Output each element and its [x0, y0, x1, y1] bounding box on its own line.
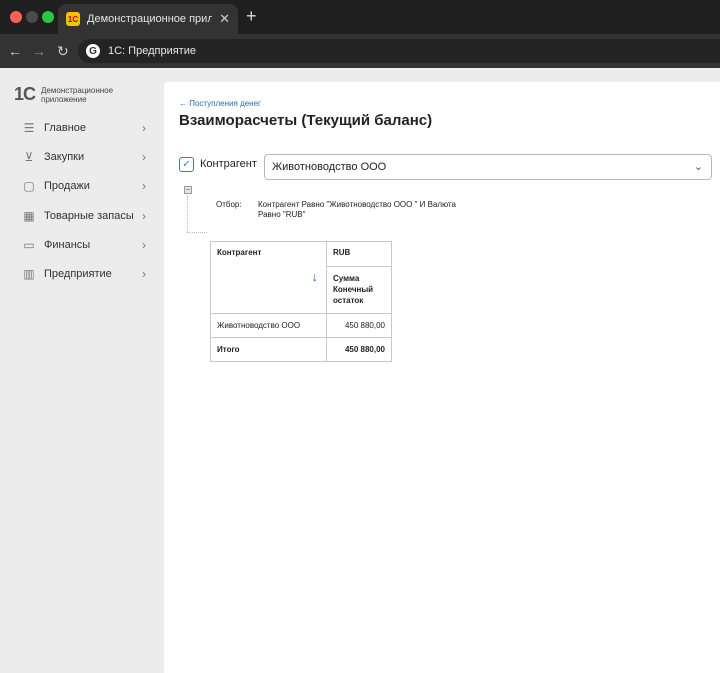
address-text: 1С: Предприятие: [108, 45, 196, 57]
sidebar-item-enterprise[interactable]: ▥ Предприятие ›: [0, 259, 163, 288]
tree-line: [187, 196, 188, 232]
sidebar-item-sales[interactable]: ▢ Продажи ›: [0, 172, 163, 201]
minimize-window-button[interactable]: [26, 11, 38, 23]
filter-checkbox[interactable]: ✓: [179, 157, 194, 172]
sidebar-menu: ☰ Главное › ⊻ Закупки › ▢ Продажи › ▦ То…: [0, 113, 163, 289]
sidebar: 1С Демонстрационное приложение ☰ Главное…: [0, 68, 163, 673]
tree-line-bottom: [187, 232, 207, 233]
sort-down-icon[interactable]: ↓: [312, 269, 319, 284]
chevron-right-icon: ›: [142, 267, 146, 282]
new-tab-icon[interactable]: +: [246, 6, 257, 26]
sidebar-item-label: Предприятие: [44, 268, 112, 281]
chevron-right-icon: ›: [142, 208, 146, 223]
google-icon: G: [86, 44, 100, 58]
browser-tab-bar: 1С Демонстрационное прилож ✕ +: [0, 0, 720, 34]
boxes-icon: ▦: [23, 208, 35, 223]
sidebar-item-label: Главное: [44, 121, 87, 134]
main-content: ← Поступления денег Взаиморасчеты (Текущ…: [164, 82, 720, 673]
chevron-right-icon: ›: [142, 237, 146, 252]
close-tab-icon[interactable]: ✕: [219, 11, 230, 27]
column-header-contragent[interactable]: Контрагент ↓: [210, 241, 327, 314]
app-logo: 1С Демонстрационное приложение: [14, 84, 131, 105]
filter-label: Контрагент: [200, 158, 257, 170]
list-icon: ☰: [23, 120, 35, 135]
logo-mark: 1С: [14, 84, 36, 104]
column-header-label: Контрагент: [217, 248, 262, 257]
sidebar-item-inventory[interactable]: ▦ Товарные запасы ›: [0, 201, 163, 230]
sidebar-item-label: Финансы: [44, 238, 91, 251]
bag-icon: ▢: [23, 179, 35, 194]
cell-value: 450 880,00: [326, 313, 392, 338]
address-bar[interactable]: G 1С: Предприятие: [78, 39, 720, 63]
filter-caption: Отбор:: [216, 200, 242, 209]
favicon-icon: 1С: [66, 12, 80, 26]
page-title: Взаиморасчеты (Текущий баланс): [179, 112, 433, 129]
sidebar-item-label: Товарные запасы: [44, 209, 134, 222]
sidebar-item-main[interactable]: ☰ Главное ›: [0, 113, 163, 142]
app-window: 1С Демонстрационное приложение ☰ Главное…: [0, 68, 720, 673]
sidebar-item-label: Закупки: [44, 150, 85, 163]
report-table: Контрагент ↓ RUB Сумма Конечный остаток …: [210, 241, 392, 362]
close-window-button[interactable]: [10, 11, 22, 23]
column-header-currency: RUB: [326, 241, 392, 267]
sidebar-item-label: Продажи: [44, 180, 90, 193]
filter-row: ✓ Контрагент Животноводство ООО ⌄: [179, 154, 712, 180]
tab-title: Демонстрационное прилож: [87, 13, 213, 25]
breadcrumb-link[interactable]: ← Поступления денег: [179, 99, 261, 108]
chevron-down-icon: ⌄: [693, 161, 703, 173]
browser-toolbar: ← → ↻ G 1С: Предприятие: [0, 34, 720, 68]
table-total-row: Итого 450 880,00: [210, 337, 392, 362]
chevron-right-icon: ›: [142, 179, 146, 194]
chevron-right-icon: ›: [142, 149, 146, 164]
column-header-sum[interactable]: Сумма Конечный остаток: [326, 266, 392, 314]
cell-contragent: Животноводство ООО: [210, 313, 327, 338]
back-arrow-icon[interactable]: ←: [8, 42, 22, 60]
contragent-select[interactable]: Животноводство ООО ⌄: [264, 154, 712, 180]
table-row[interactable]: Животноводство ООО 450 880,00: [210, 313, 392, 338]
report-header: − Отбор: Контрагент Равно "Животноводств…: [184, 186, 484, 236]
table-header-row: Контрагент ↓ RUB: [210, 241, 392, 314]
cart-icon: ⊻: [24, 149, 34, 164]
maximize-window-button[interactable]: [42, 11, 54, 23]
wallet-icon: ▭: [23, 237, 35, 252]
total-label: Итого: [210, 337, 327, 362]
reload-icon[interactable]: ↻: [57, 42, 69, 60]
select-value: Животноводство ООО: [272, 161, 387, 173]
browser-tab[interactable]: 1С Демонстрационное прилож ✕: [58, 4, 238, 34]
chevron-right-icon: ›: [142, 120, 146, 135]
total-value: 450 880,00: [326, 337, 392, 362]
logo-text: Демонстрационное приложение: [41, 85, 114, 104]
forward-arrow-icon[interactable]: →: [32, 42, 46, 60]
collapse-group-icon[interactable]: −: [184, 186, 192, 194]
sidebar-item-finance[interactable]: ▭ Финансы ›: [0, 230, 163, 259]
filter-description: Контрагент Равно "Животноводство ООО " И…: [258, 200, 456, 219]
building-icon: ▥: [23, 267, 35, 282]
sidebar-item-purchases[interactable]: ⊻ Закупки ›: [0, 142, 163, 171]
